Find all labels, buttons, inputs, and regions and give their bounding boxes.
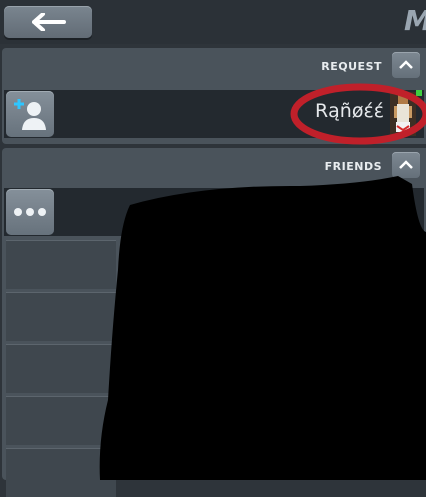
redaction-overlay xyxy=(99,176,426,480)
